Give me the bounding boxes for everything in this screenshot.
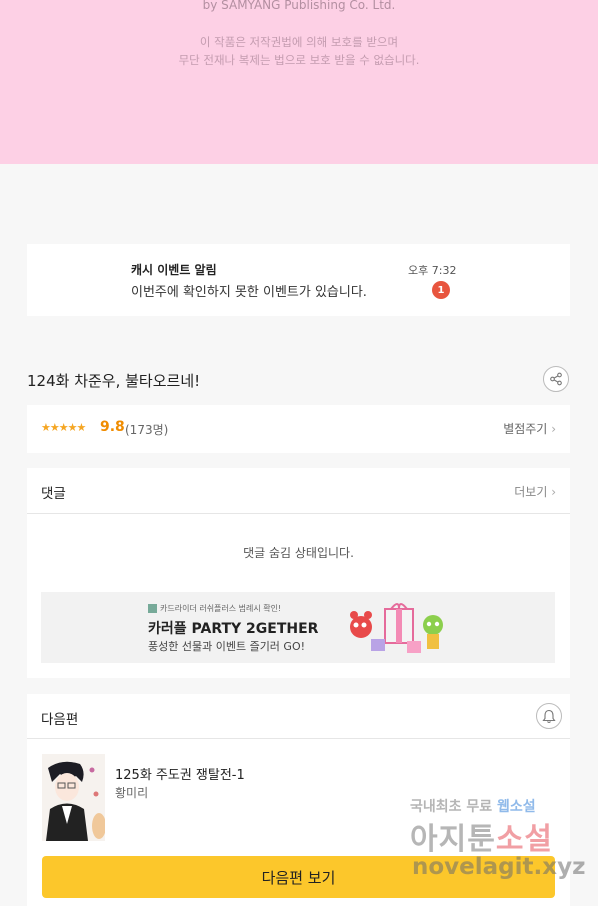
- rating-count: (173명): [125, 423, 169, 437]
- bell-icon: [542, 709, 556, 723]
- next-episode-header: 다음편: [27, 694, 570, 739]
- share-icon: [550, 372, 562, 386]
- comments-more-button[interactable]: 더보기 ›: [514, 483, 556, 500]
- game-logo-icon: [148, 604, 157, 613]
- rating-score: 9.8: [100, 419, 125, 435]
- watermark-line-2: 아지툰소설: [410, 822, 554, 857]
- rate-button-label: 별점주기: [503, 422, 548, 436]
- ad-small-text: 카드라이더 러쉬플러스 범례시 확인!: [148, 603, 281, 614]
- chevron-right-icon: ›: [551, 422, 556, 436]
- rating-card: ★★★★★ 9.8 (173명) 별점주기 ›: [27, 405, 570, 453]
- publisher-text: by SAMYANG Publishing Co. Ltd.: [202, 0, 396, 12]
- ad-banner[interactable]: 카드라이더 러쉬플러스 범례시 확인! 카러플 PARTY 2GETHER 풍성…: [41, 592, 555, 663]
- gift-characters-illustration: [350, 603, 443, 653]
- comments-header: 댓글 더보기 ›: [27, 468, 570, 514]
- next-episode-section-title: 다음편: [41, 712, 79, 728]
- ad-subtitle: 풍성한 선물과 이벤트 즐기러 GO!: [148, 640, 306, 653]
- copyright-line-2: 무단 전재나 복제는 법으로 보호 받을 수 없습니다.: [178, 53, 420, 67]
- site-watermark: 국내최초 무료 웹소설 아지툰소설 novelagit.xyz: [410, 796, 590, 896]
- comments-hidden-message: 댓글 숨김 상태입니다.: [243, 546, 354, 560]
- comments-section: 댓글 더보기 › 댓글 숨김 상태입니다. 카드라이더 러쉬플러스 범례시 확인…: [27, 468, 570, 678]
- copyright-line-1: 이 작품은 저작권법에 의해 보호를 받으며: [199, 35, 399, 49]
- chevron-right-icon: ›: [551, 485, 556, 499]
- star-rating: ★★★★★: [41, 421, 86, 434]
- notification-message: 이번주에 확인하지 못한 이벤트가 있습니다.: [131, 285, 367, 300]
- notification-bell-button[interactable]: [536, 703, 562, 729]
- next-episode-title[interactable]: 125화 주도권 쟁탈전-1: [115, 764, 245, 783]
- next-episode-author: 황미리: [115, 786, 149, 800]
- notification-badge: 1: [432, 281, 450, 299]
- comments-more-label: 더보기: [514, 485, 548, 499]
- notification-title: 캐시 이벤트 알림: [131, 263, 217, 277]
- comments-title: 댓글: [41, 486, 66, 502]
- ad-title: 카러플 PARTY 2GETHER: [148, 621, 319, 637]
- watermark-line-1: 국내최초 무료 웹소설: [410, 799, 536, 815]
- next-episode-thumbnail[interactable]: [42, 754, 105, 841]
- rate-button[interactable]: 별점주기 ›: [503, 420, 556, 437]
- notification-time: 오후 7:32: [408, 264, 457, 277]
- episode-thumbnail-image: [42, 754, 105, 841]
- copyright-banner: by SAMYANG Publishing Co. Ltd. 이 작품은 저작권…: [0, 0, 598, 164]
- episode-title: 124화 차준우, 불타오르네!: [27, 372, 201, 390]
- watermark-line-3: novelagit.xyz: [412, 854, 586, 880]
- share-button[interactable]: [543, 366, 569, 392]
- cash-event-notification[interactable]: 캐시 이벤트 알림 이번주에 확인하지 못한 이벤트가 있습니다. 오후 7:3…: [27, 244, 570, 316]
